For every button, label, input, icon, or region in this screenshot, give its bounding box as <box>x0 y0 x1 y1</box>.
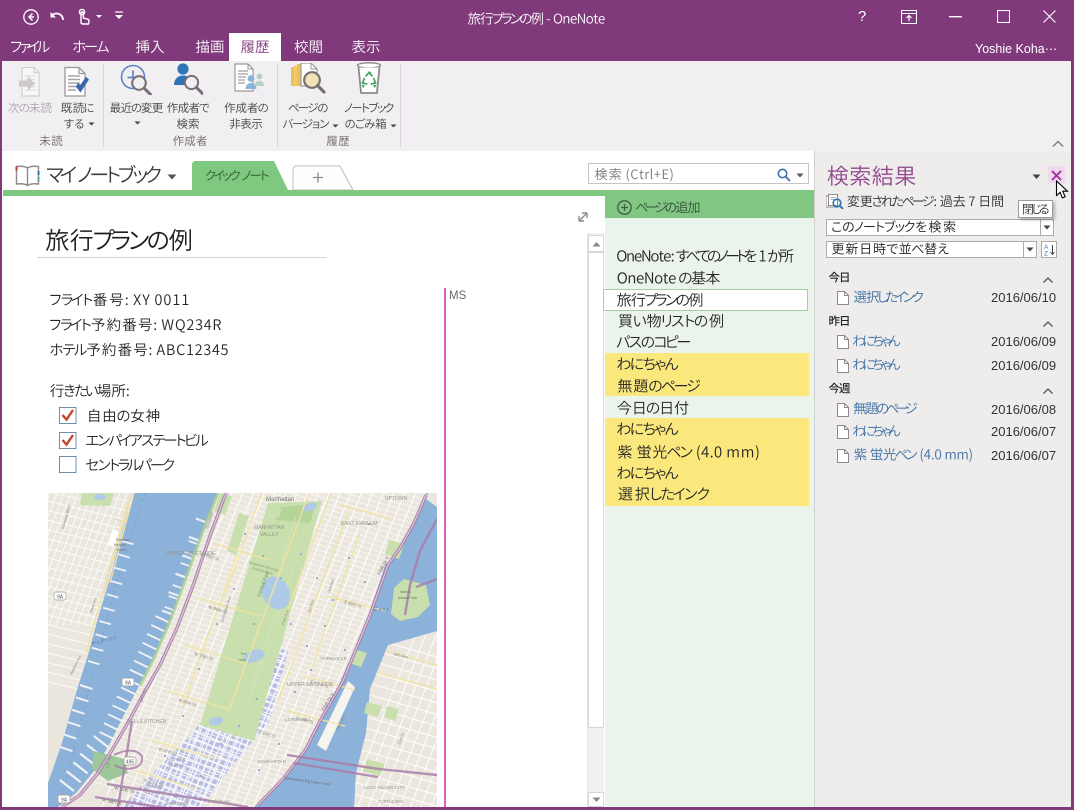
svg-text:MIDTOWN: MIDTOWN <box>166 801 188 806</box>
svg-text:MANHATTAN: MANHATTAN <box>254 525 285 531</box>
svg-text:Medical: Medical <box>114 543 126 547</box>
svg-text:TURTLE BAY: TURTLE BAY <box>378 799 404 804</box>
svg-text:MANHATTAN: MANHATTAN <box>258 759 286 764</box>
svg-text:Z: Z <box>1044 251 1048 257</box>
svg-text:Lake: Lake <box>238 658 246 662</box>
svg-text:LONG ISLAND CITY: LONG ISLAND CITY <box>364 785 405 790</box>
svg-text:9A: 9A <box>125 680 132 686</box>
svg-text:THEATER: THEATER <box>166 757 185 762</box>
svg-text:The: The <box>240 652 247 656</box>
svg-text:Palisade: Palisade <box>116 538 129 542</box>
svg-text:VALLEY: VALLEY <box>260 532 279 538</box>
svg-text:9A: 9A <box>61 797 68 803</box>
svg-text:Island Park: Island Park <box>398 596 417 600</box>
svg-text:UPTOWN: UPTOWN <box>385 496 408 502</box>
svg-text:495: 495 <box>126 759 135 765</box>
svg-text:HELLS KITCHEN: HELLS KITCHEN <box>127 719 167 725</box>
svg-text:EAST HARLEM: EAST HARLEM <box>341 521 378 527</box>
svg-text:9A: 9A <box>57 594 64 600</box>
svg-text:DISTRICT: DISTRICT <box>146 790 166 795</box>
svg-text:Manhattan: Manhattan <box>266 497 294 503</box>
svg-text:Downtown: Downtown <box>208 799 230 804</box>
svg-text:DISTRICT: DISTRICT <box>169 763 189 768</box>
svg-text:E a s t: E a s t <box>374 607 389 613</box>
svg-text:Wards: Wards <box>400 590 411 594</box>
svg-text:Center: Center <box>116 548 127 552</box>
svg-text:YORKVILLE: YORKVILLE <box>320 656 347 662</box>
